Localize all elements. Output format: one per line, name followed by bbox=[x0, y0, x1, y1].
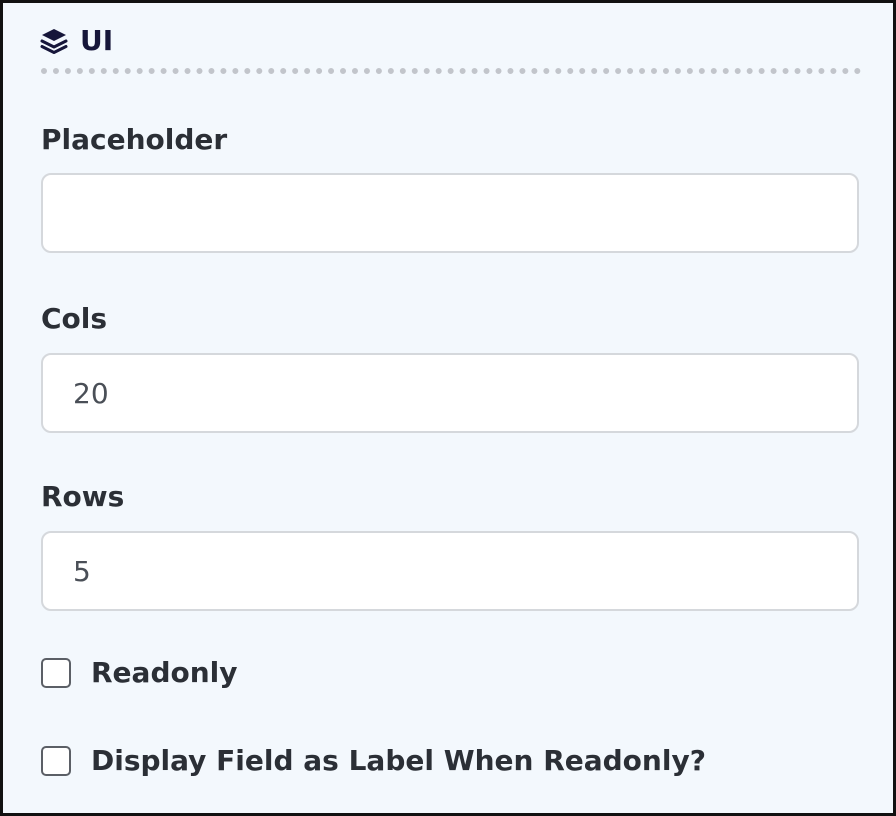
readonly-checkbox[interactable] bbox=[41, 658, 71, 688]
ui-settings-panel: UI Placeholder Cols Rows Readonly Displa… bbox=[0, 0, 896, 816]
readonly-option[interactable]: Readonly bbox=[41, 655, 238, 691]
section-title: UI bbox=[80, 24, 114, 57]
cols-label: Cols bbox=[41, 302, 108, 335]
display-as-label-option[interactable]: Display Field as Label When Readonly? bbox=[41, 743, 706, 779]
display-as-label-checkbox[interactable] bbox=[41, 746, 71, 776]
readonly-label: Readonly bbox=[91, 656, 238, 689]
placeholder-label: Placeholder bbox=[41, 123, 228, 156]
placeholder-input[interactable] bbox=[41, 173, 859, 253]
rows-label: Rows bbox=[41, 480, 125, 513]
rows-input[interactable] bbox=[41, 531, 859, 611]
section-header: UI bbox=[38, 23, 113, 59]
section-divider bbox=[41, 68, 861, 74]
cols-input[interactable] bbox=[41, 353, 859, 433]
layers-icon bbox=[38, 25, 70, 57]
display-as-label-label: Display Field as Label When Readonly? bbox=[91, 744, 706, 777]
